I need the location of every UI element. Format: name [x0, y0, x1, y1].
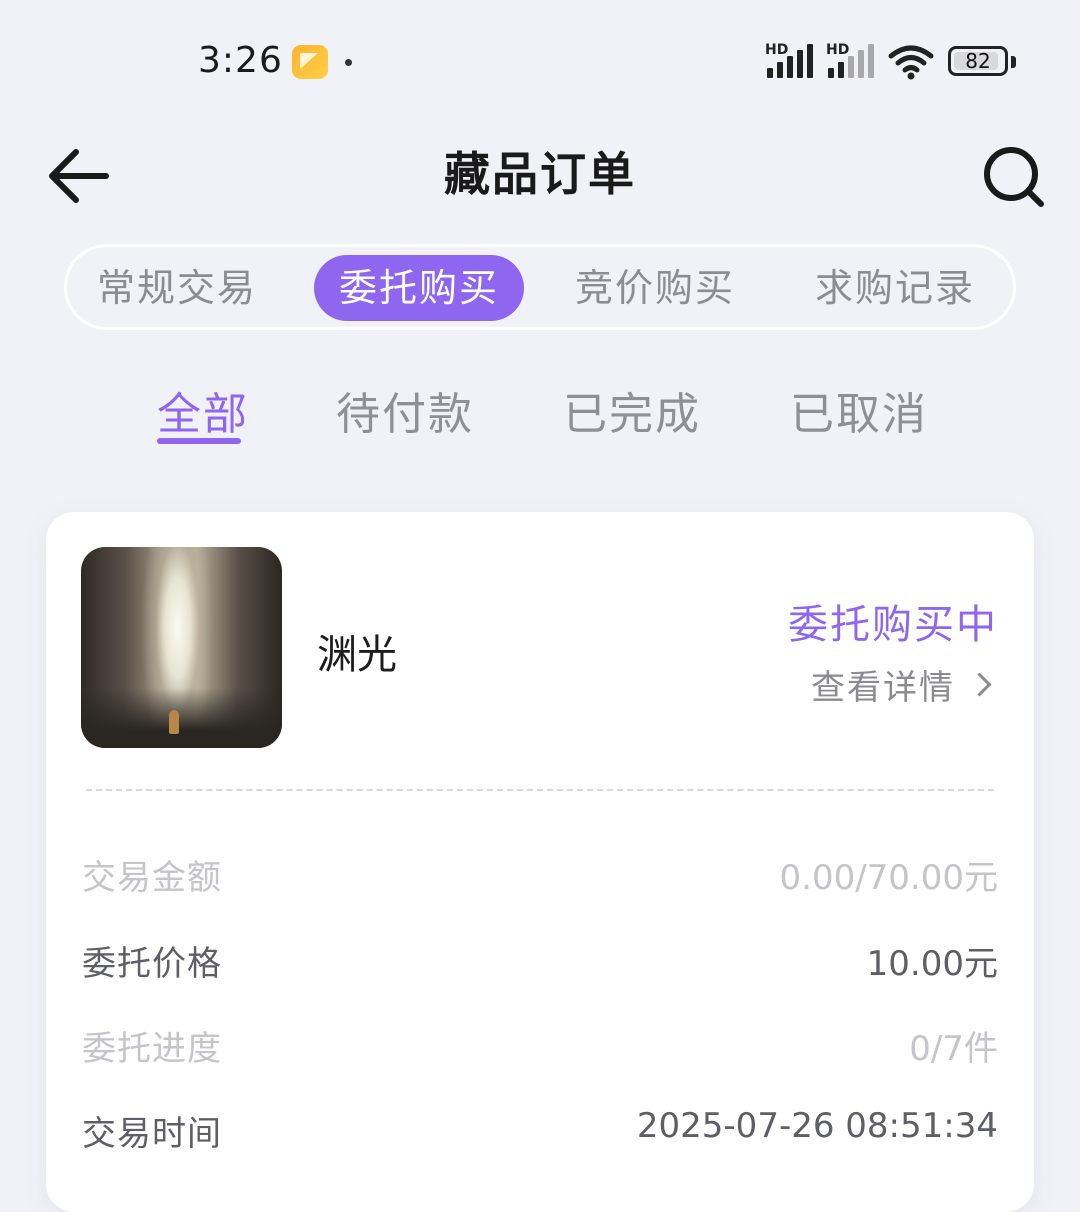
info-label: 委托进度 [82, 1029, 222, 1069]
notification-dot-icon [345, 59, 352, 66]
signal-hd-label: HD [765, 42, 789, 58]
tab-bidding-purchase[interactable]: 竞价购买 [561, 255, 749, 321]
notification-app-icon [292, 45, 328, 79]
item-thumbnail [81, 547, 282, 748]
view-details-link[interactable]: 查看详情 [811, 660, 994, 709]
info-value: 0/7件 [909, 1029, 998, 1069]
filter-tab-completed[interactable]: 已完成 [563, 378, 701, 442]
info-value: 10.00元 [866, 944, 998, 984]
info-value: 2025-07-26 08:51:34 [636, 1106, 998, 1146]
wifi-icon [888, 45, 934, 80]
signal-icon: HD [765, 42, 815, 82]
filter-tab-cancelled[interactable]: 已取消 [790, 378, 928, 442]
signal-icon: HD [826, 42, 876, 82]
info-value: 0.00/70.00元 [779, 858, 999, 898]
info-row-entrust-progress: 委托进度 0/7件 [82, 1021, 998, 1071]
order-card[interactable]: 渊光 委托购买中 查看详情 交易金额 0.00/70.00元 委托价格 10.0… [46, 512, 1034, 1212]
trade-type-tabs: 常规交易 委托购买 竞价购买 求购记录 [64, 244, 1016, 330]
filter-active-indicator [157, 438, 241, 444]
info-row-trade-time: 交易时间 2025-07-26 08:51:34 [82, 1106, 998, 1156]
search-icon [984, 147, 1044, 207]
tab-entrusted-purchase[interactable]: 委托购买 [314, 255, 524, 321]
status-time: 3:26 [198, 40, 283, 81]
battery-level: 82 [965, 49, 991, 73]
info-label: 交易时间 [82, 1114, 222, 1154]
view-details-label: 查看详情 [811, 668, 955, 708]
info-row-trade-amount: 交易金额 0.00/70.00元 [82, 850, 998, 900]
tab-regular-trade[interactable]: 常规交易 [83, 255, 271, 321]
signal-hd-label: HD [826, 42, 850, 58]
item-name: 渊光 [317, 632, 397, 678]
battery-icon: 82 [948, 46, 1008, 76]
info-label: 委托价格 [82, 944, 222, 984]
divider [86, 789, 994, 791]
order-status: 委托购买中 [788, 602, 998, 648]
page-title: 藏品订单 [444, 147, 636, 201]
filter-tab-all[interactable]: 全部 [157, 378, 249, 442]
info-row-entrust-price: 委托价格 10.00元 [82, 936, 998, 986]
chevron-right-icon [967, 672, 992, 697]
status-bar: 3:26 HD HD 82 [0, 0, 1080, 120]
tab-purchase-request-records[interactable]: 求购记录 [801, 255, 989, 321]
filter-tab-pending-payment[interactable]: 待付款 [336, 378, 474, 442]
info-label: 交易金额 [82, 858, 222, 898]
header: 藏品订单 [0, 120, 1080, 220]
search-button[interactable] [975, 130, 1055, 210]
